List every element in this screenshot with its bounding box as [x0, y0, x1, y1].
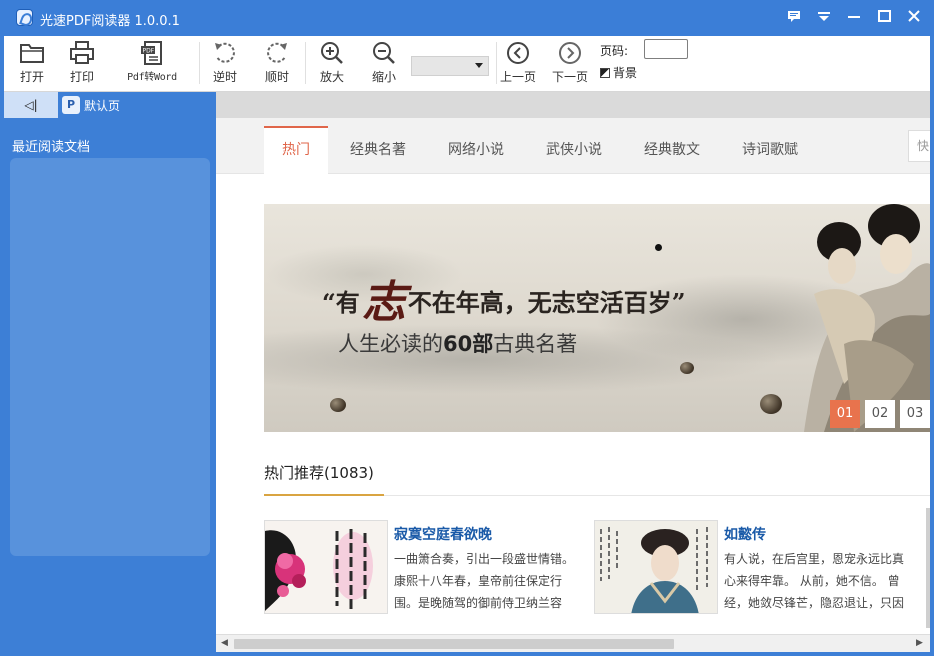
book-cover[interactable] — [594, 520, 718, 614]
close-icon[interactable] — [904, 8, 924, 28]
banner-page-02[interactable]: 02 — [865, 400, 895, 428]
banner-quote: “有志不在年高，无志空活百岁” — [322, 277, 686, 328]
category-nav: 热门 经典名著 网络小说 武侠小说 经典散文 诗词歌赋 快 — [216, 118, 930, 174]
stone-decoration — [330, 398, 346, 412]
collapse-sidebar-button[interactable]: ◁| — [4, 92, 58, 118]
svg-text:PDF: PDF — [143, 48, 155, 55]
open-label: 打开 — [19, 70, 44, 84]
folder-icon — [20, 44, 44, 63]
search-input[interactable]: 快 — [908, 130, 930, 162]
toolbar-divider — [199, 42, 200, 84]
tab-essays[interactable]: 经典散文 — [632, 126, 712, 174]
recent-documents-list[interactable] — [10, 158, 210, 556]
scroll-left-icon[interactable]: ◀ — [221, 638, 228, 648]
banner-page-01[interactable]: 01 — [830, 400, 860, 428]
title-bar: 光速PDF阅读器 1.0.0.1 — [0, 0, 934, 36]
banner-page-03[interactable]: 03 — [900, 400, 930, 428]
pdf-badge-icon: P — [62, 96, 80, 114]
toolbar-divider — [305, 42, 306, 84]
scrollbar-thumb[interactable] — [234, 639, 674, 649]
background-icon — [600, 68, 610, 78]
featured-banner[interactable]: “有志不在年高，无志空活百岁” 人生必读的60部古典名著 01 02 03 — [264, 204, 930, 432]
page-number-input[interactable] — [644, 39, 688, 59]
rotate-ccw-label: 逆时 — [212, 70, 237, 84]
printer-icon — [70, 41, 94, 64]
rotate-left-icon — [215, 42, 235, 63]
background-toggle[interactable]: 背景 — [600, 64, 637, 81]
hot-section-title: 热门推荐(1083) — [264, 464, 374, 482]
sidebar: 最近阅读文档 — [4, 118, 216, 652]
zoom-out-icon — [373, 42, 395, 64]
rotate-ccw-button[interactable]: 逆时 — [203, 40, 247, 88]
dropdown-icon[interactable] — [814, 8, 834, 28]
next-page-label: 下一页 — [551, 70, 588, 84]
scroll-right-icon[interactable]: ▶ — [916, 638, 923, 648]
tab-wuxia[interactable]: 武侠小说 — [534, 126, 614, 174]
main-content: 热门 经典名著 网络小说 武侠小说 经典散文 诗词歌赋 快 “有志不在年高，无志… — [216, 118, 930, 634]
app-title: 光速PDF阅读器 1.0.0.1 — [40, 14, 180, 29]
book-cover-image — [595, 521, 717, 613]
rotate-cw-button[interactable]: 顺时 — [255, 40, 299, 88]
minimize-icon[interactable] — [844, 8, 864, 28]
pdf-convert-icon: PDF — [141, 41, 162, 65]
toolbar: 打开 打印 PDF Pdf转Word 逆时 顺时 放大 缩小 上一页 下一页 页… — [4, 36, 930, 92]
app-window: 光速PDF阅读器 1.0.0.1 打开 打印 PDF Pdf转Word 逆时 顺… — [0, 0, 934, 656]
print-label: 打印 — [69, 70, 94, 84]
book-card[interactable]: 寂寞空庭春欲晚 一曲箫合奏，引出一段盛世情错。康熙十八年春，皇帝前往保定行围。是… — [264, 520, 584, 616]
stone-decoration — [760, 394, 782, 414]
tab-label: 默认页 — [84, 99, 121, 113]
tab-classics[interactable]: 经典名著 — [338, 126, 418, 174]
tab-hot[interactable]: 热门 — [264, 126, 328, 174]
pdf-to-word-button[interactable]: PDF Pdf转Word — [122, 40, 182, 88]
zoom-level-select[interactable] — [411, 56, 489, 76]
chevron-down-icon — [475, 63, 483, 68]
open-button[interactable]: 打开 — [10, 40, 54, 88]
next-page-button[interactable]: 下一页 — [548, 40, 592, 88]
tab-default-page[interactable]: P 默认页 — [58, 92, 216, 118]
zoom-in-button[interactable]: 放大 — [310, 40, 354, 88]
horizontal-scrollbar[interactable]: ◀ ▶ — [216, 634, 930, 652]
prev-page-button[interactable]: 上一页 — [496, 40, 540, 88]
book-cover-image — [265, 521, 387, 613]
maximize-icon[interactable] — [874, 8, 894, 28]
background-label: 背景 — [613, 66, 638, 80]
zoom-in-icon — [321, 42, 343, 64]
book-cover[interactable] — [264, 520, 388, 614]
page-number-label: 页码: — [600, 44, 629, 58]
prev-page-label: 上一页 — [499, 70, 536, 84]
arrow-right-circle-icon — [559, 42, 581, 64]
banner-subtitle: 人生必读的60部古典名著 — [338, 332, 578, 356]
document-tab-bar: ◁| P 默认页 — [4, 92, 930, 118]
book-description: 一曲箫合奏，引出一段盛世情错。康熙十八年春，皇帝前往保定行围。是晚随驾的御前侍卫… — [394, 552, 575, 610]
stone-decoration — [680, 362, 694, 374]
tab-web-novels[interactable]: 网络小说 — [436, 126, 516, 174]
tab-poetry[interactable]: 诗词歌赋 — [730, 126, 810, 174]
rotate-cw-label: 顺时 — [264, 70, 289, 84]
app-logo-icon — [16, 9, 33, 26]
book-description: 有人说，在后宫里，恩宠永远比真心来得牢靠。 从前，她不信。 曾经，她敛尽锋芒，隐… — [724, 552, 905, 610]
pdf-to-word-label: Pdf转Word — [127, 72, 177, 83]
arrow-left-circle-icon — [507, 42, 529, 64]
book-card[interactable]: 如懿传 有人说，在后宫里，恩宠永远比真心来得牢靠。 从前，她不信。 曾经，她敛尽… — [594, 520, 914, 616]
sidebar-title: 最近阅读文档 — [12, 140, 91, 155]
zoom-in-label: 放大 — [319, 70, 344, 84]
book-title[interactable]: 如懿传 — [724, 524, 766, 544]
book-title[interactable]: 寂寞空庭春欲晚 — [394, 524, 492, 544]
zoom-out-label: 缩小 — [371, 70, 396, 84]
print-button[interactable]: 打印 — [60, 40, 104, 88]
zoom-out-button[interactable]: 缩小 — [362, 40, 406, 88]
vertical-scrollbar[interactable] — [926, 508, 930, 628]
ancient-ladies-illustration — [804, 204, 930, 432]
rotate-right-icon — [267, 42, 287, 63]
message-icon[interactable] — [784, 8, 804, 28]
